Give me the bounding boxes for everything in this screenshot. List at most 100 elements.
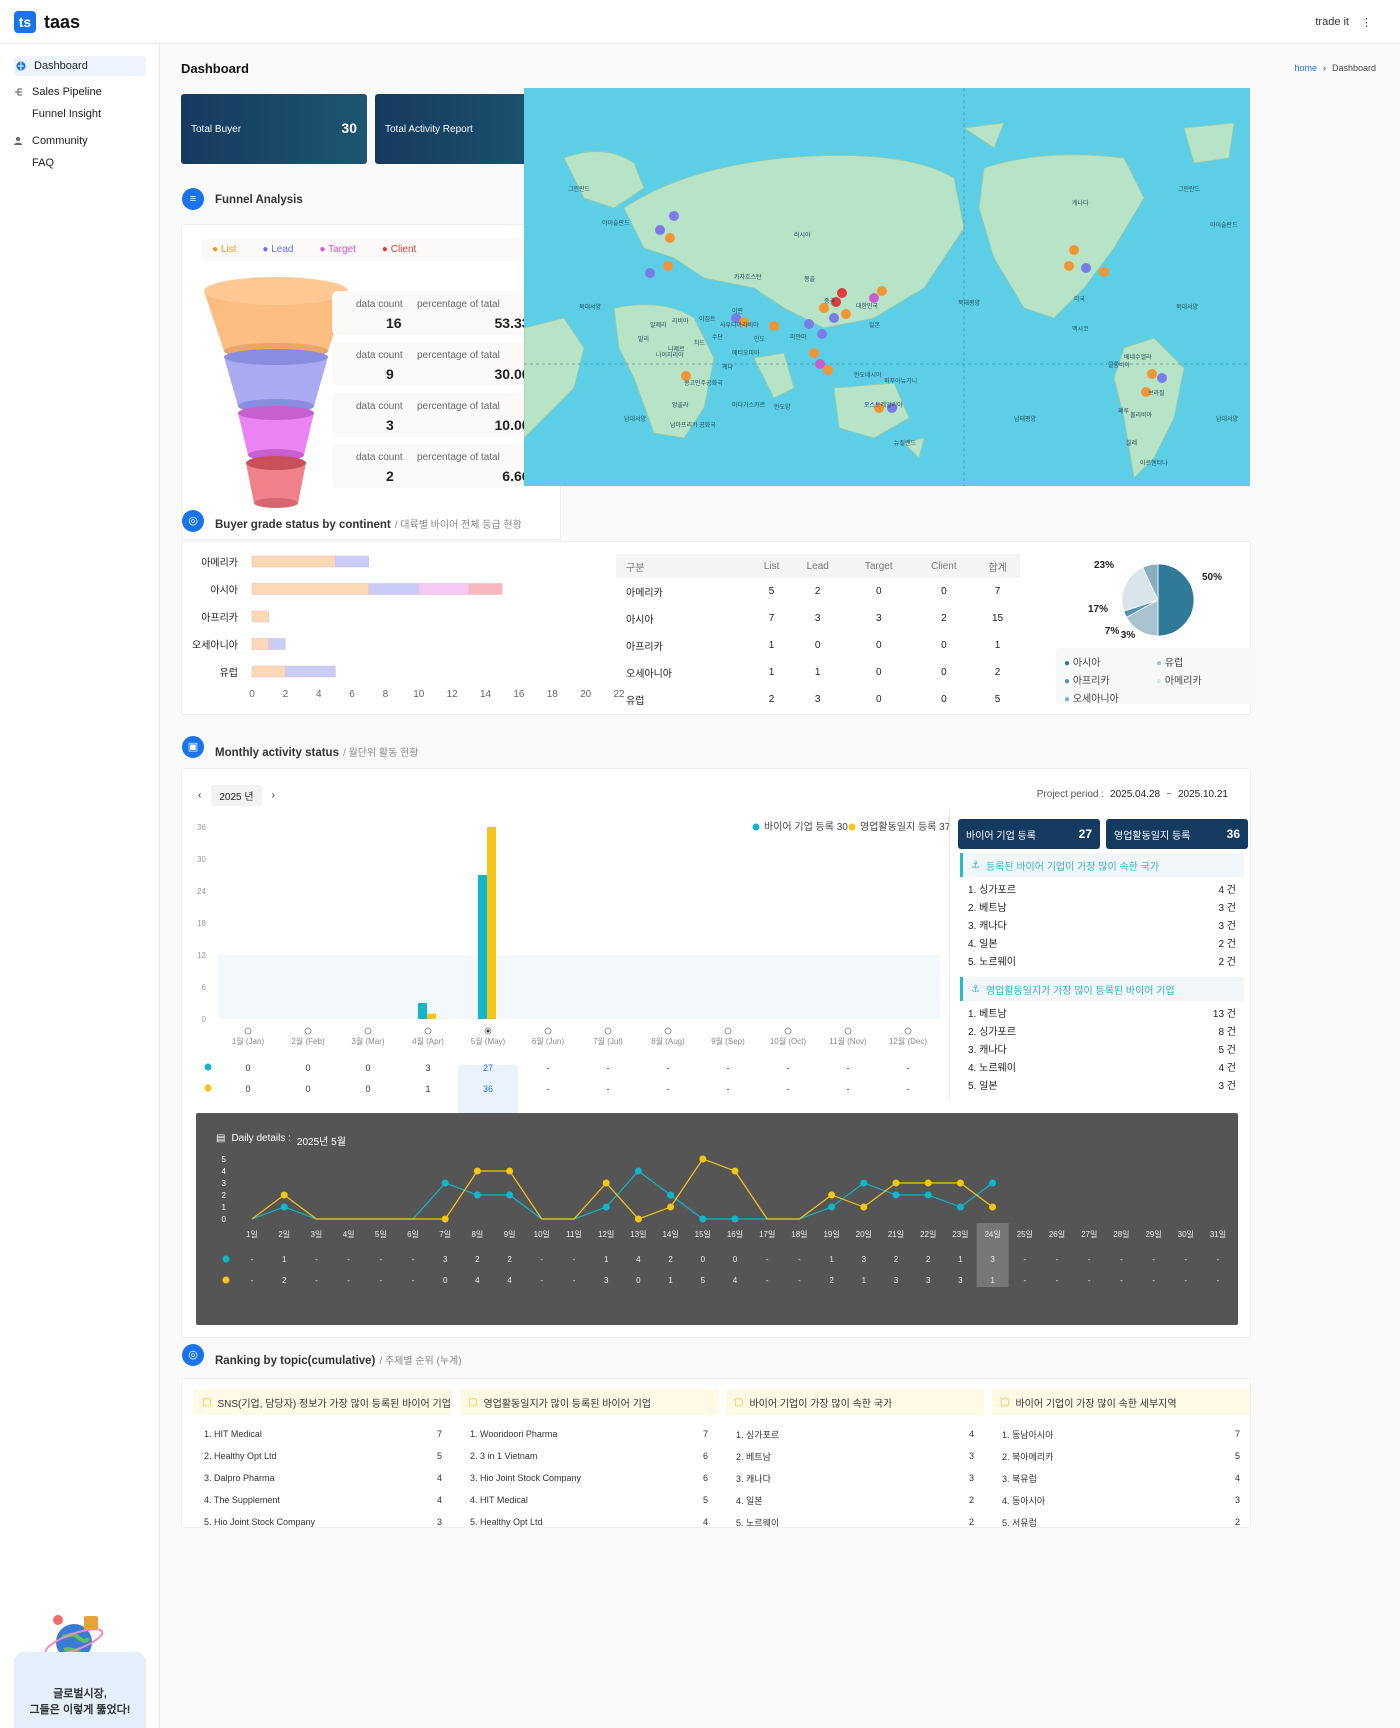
topic-item-name: 1. HIT Medical [204,1429,262,1439]
day-label: 3일 [310,1230,322,1239]
bar-buyer [418,1003,427,1019]
topic-item-name: 1. 싱가포르 [736,1429,780,1440]
sidebar-item-funnel-insight[interactable]: Funnel Insight [32,108,101,120]
table-cell: 5 [994,694,1001,705]
row2-value: - [667,1084,670,1094]
day-label: 10일 [534,1230,550,1239]
rank2-header: ⚓ 영업활동일지가 가장 많이 등록된 바이어 기업 [960,977,1244,1001]
logo[interactable]: ts taas [14,11,80,33]
series-point [699,1215,707,1223]
day-label: 4일 [343,1230,355,1239]
series-point [892,1191,900,1199]
row2-value: 1 [425,1084,430,1094]
row2-value: 0 [245,1084,250,1094]
x-tick-label: 6 [349,689,355,700]
grade-bar [251,555,336,568]
day-label: 18일 [791,1230,807,1239]
pct-label: percentage of tatal [417,452,500,463]
map-country-label: 인도네시아 [854,373,882,379]
series-point [860,1179,868,1187]
period-label: Project period : [1036,789,1105,800]
pie-legend-item: ● 오세아니아 [1064,690,1119,705]
sidebar-item-sales-pipeline[interactable]: Sales Pipeline [14,86,102,98]
calendar-icon: ▣ [182,736,204,758]
more-icon[interactable]: ⋮ [1361,16,1372,29]
grade-card: 아메리카 아시아 아프리카 오세아니아 유럽 0 2 4 6 8 10 12 14 16 18 20 22 구분… [181,541,1256,715]
map-country-label: 아르헨티나 [1140,461,1168,467]
prev-year-icon[interactable]: ‹ [198,790,201,801]
day-value-buyer: - [1023,1255,1026,1264]
grade-bar-chart: 아메리카아시아아프리카오세아니아유럽0 2 4 6 8 10 12 14 16 18 20 22 [192,555,625,700]
grade-bar [335,555,370,568]
topic-header: ▢ 바이어 기업이 가장 많이 속한 세부지역 [992,1389,1250,1415]
map-country-label: 이집트 [699,317,716,323]
map-country-label: 미얀마 [790,335,807,341]
topic-item-count: 2 [968,1495,974,1505]
funnel-title: Funnel Analysis [215,194,303,206]
divider [949,809,950,1099]
user-menu[interactable]: trade it ⋮ [1315,16,1372,29]
next-year-icon[interactable]: › [272,790,275,801]
grade-bar [251,610,269,623]
day-value-activity: 1 [990,1276,995,1285]
day-value-activity: - [251,1276,254,1285]
sidebar-item-faq[interactable]: FAQ [32,157,54,169]
topic-item: 1. HIT Medical 7 [194,1423,452,1445]
y-tick-label: 18 [197,919,206,928]
world-map[interactable]: 그린란드 아이슬란드 러시아 카자흐스탄 몽골 중국 일본 대한민국 북태평양 북대서양 사우디아라… [523,88,1250,486]
anchor-icon: ⚓ [971,859,980,871]
legend-dot: ● [1156,658,1165,669]
x-tick-label: 10 [413,689,425,700]
day-value-buyer: 3 [443,1255,448,1264]
pie-legend-item: ● 아메리카 [1156,672,1202,687]
map-country-label: 남대서양 [1216,417,1239,423]
day-value-activity: - [379,1276,382,1285]
series-point [699,1155,707,1163]
map-country-label: 브라질 [1148,391,1165,397]
topic-item: 5. Healthy Opt Ltd 4 [460,1511,718,1533]
rank-item: 5. 일본 3 건 [960,1075,1244,1093]
sidebar-item-community[interactable]: Community [14,135,88,147]
summary-activity: 영업활동일지 등록 36 [1106,819,1248,849]
month-radio [664,1027,672,1035]
day-label: 7일 [439,1230,451,1239]
topic-item-count: 5 [1234,1451,1240,1461]
monthly-subtitle: / 월단위 활동 현황 [342,748,419,759]
y-tick-label: 0 [222,1215,227,1224]
grade-table-header: 구분 List Lead Target Client 합계 [616,554,1020,578]
topic-item-count: 5 [702,1495,708,1505]
breadcrumb-home[interactable]: home [1294,63,1317,73]
year-value[interactable]: 2025 년 [211,785,262,806]
topic-item-name: 3. 북유럽 [1002,1473,1037,1484]
topic-list: 1. HIT Medical 7 2. Healthy Opt Ltd 5 3. Dal… [194,1423,452,1533]
pie-legend-item: ● 아프리카 [1064,672,1110,687]
map-country-label: 콩고민주공화국 [684,381,723,387]
row1-value: 3 [425,1063,430,1073]
day-label: 27일 [1081,1230,1097,1239]
y-tick-label: 6 [202,983,207,992]
month-radio [784,1027,792,1035]
promo-banner[interactable]: 글로벌시장, 그들은 이렇게 뚫었다! [14,1652,146,1728]
day-value-buyer: 2 [668,1255,673,1264]
x-tick-label: 14 [480,689,492,700]
day-value-activity: - [573,1276,576,1285]
map-country-label: 알제리 [650,323,667,329]
sidebar-item-label: Community [32,135,88,147]
kpi-total-buyer[interactable]: Total Buyer 30 [181,94,367,164]
topic-item: 3. Dalpro Pharma 4 [194,1467,452,1489]
x-tick-label: 20 [580,689,592,700]
table-cell: 0 [941,694,947,705]
grade-bar [285,665,336,678]
day-label: 12일 [598,1230,614,1239]
month-radio [244,1027,252,1035]
day-value-buyer: 1 [282,1255,287,1264]
series-point [860,1203,868,1211]
sidebar-item-dashboard[interactable]: Dashboard [14,56,146,76]
pie-legend-item: ● 유럽 [1156,654,1183,669]
topic-item-name: 2. 베트남 [736,1451,771,1462]
grade-bar [468,583,503,595]
rank-item: 2. 싱가포르 8 건 [960,1021,1244,1039]
month-label: 9월 (Sep) [711,1036,745,1046]
sidebar-item-label: Funnel Insight [32,108,102,120]
topic-item: 3. 캐나다 3 [726,1467,984,1489]
